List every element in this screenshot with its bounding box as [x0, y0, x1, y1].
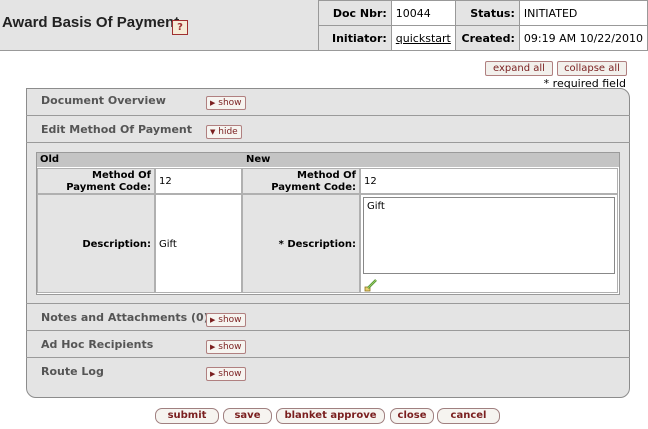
- pencil-icon[interactable]: [364, 278, 378, 292]
- initiator-label: Initiator:: [318, 25, 392, 51]
- tab-document-overview: Document Overview ▶ show: [26, 89, 276, 114]
- label-line: Payment Code:: [66, 182, 151, 193]
- divider: [26, 357, 630, 358]
- tab-label-edit-method: Edit Method Of Payment: [41, 123, 193, 136]
- button-label: hide: [218, 127, 238, 137]
- tab-label-route-log: Route Log: [41, 365, 104, 378]
- tab-edit-method-of-payment: Edit Method Of Payment ▼ hide: [26, 118, 276, 143]
- description-textarea[interactable]: Gift: [363, 197, 615, 274]
- button-label: show: [218, 98, 242, 108]
- old-code-value: 12: [155, 168, 242, 194]
- divider: [26, 330, 630, 331]
- show-route-log-button[interactable]: ▶ show: [206, 367, 246, 381]
- header-title-area: Award Basis Of Payment ?: [0, 0, 319, 51]
- divider: [26, 115, 630, 116]
- triangle-right-icon: ▶: [210, 316, 216, 324]
- hide-edit-method-button[interactable]: ▼ hide: [206, 125, 242, 139]
- submit-button[interactable]: submit: [155, 408, 219, 424]
- triangle-right-icon: ▶: [210, 370, 216, 378]
- show-adhoc-button[interactable]: ▶ show: [206, 340, 246, 354]
- tab-label-notes: Notes and Attachments (0): [41, 311, 209, 324]
- help-icon[interactable]: ?: [172, 20, 188, 35]
- cancel-button[interactable]: cancel: [437, 408, 500, 424]
- divider: [26, 142, 630, 143]
- collapse-all-button[interactable]: collapse all: [557, 61, 627, 76]
- save-button[interactable]: save: [223, 408, 272, 424]
- initiator-cell: quickstart: [390, 25, 456, 51]
- label-line: Method Of: [297, 170, 356, 181]
- tab-label-document-overview: Document Overview: [41, 94, 166, 107]
- triangle-right-icon: ▶: [210, 99, 216, 107]
- page-title: Award Basis Of Payment: [2, 14, 180, 31]
- new-description-label: * Description:: [242, 194, 360, 293]
- status-label: Status:: [454, 0, 520, 26]
- old-description-value: Gift: [155, 194, 242, 293]
- created-label: Created:: [454, 25, 520, 51]
- new-code-label: Method Of Payment Code:: [242, 168, 360, 194]
- doc-nbr-label: Doc Nbr:: [318, 0, 392, 26]
- old-header: Old: [37, 153, 243, 167]
- triangle-right-icon: ▶: [210, 343, 216, 351]
- new-header: New: [243, 153, 619, 167]
- tab-route-log: Route Log ▶ show: [26, 360, 276, 385]
- show-document-overview-button[interactable]: ▶ show: [206, 96, 246, 110]
- old-code-label: Method Of Payment Code:: [37, 168, 155, 194]
- button-label: show: [218, 342, 242, 352]
- label-line: Method Of: [92, 170, 151, 181]
- tab-notes-and-attachments: Notes and Attachments (0) ▶ show: [26, 306, 286, 331]
- triangle-down-icon: ▼: [210, 128, 216, 136]
- status-value: INITIATED: [518, 0, 648, 26]
- label-line: Payment Code:: [271, 182, 356, 193]
- created-value: 09:19 AM 10/22/2010: [518, 25, 648, 51]
- button-label: show: [218, 315, 242, 325]
- tab-label-adhoc: Ad Hoc Recipients: [41, 338, 154, 351]
- tab-ad-hoc-recipients: Ad Hoc Recipients ▶ show: [26, 333, 276, 358]
- old-description-label: Description:: [37, 194, 155, 293]
- show-notes-button[interactable]: ▶ show: [206, 313, 246, 327]
- doc-nbr-value: 10044: [390, 0, 456, 26]
- divider: [26, 303, 630, 304]
- new-code-value: 12: [360, 168, 618, 194]
- button-label: show: [218, 369, 242, 379]
- document-info-table: Doc Nbr: 10044 Status: INITIATED Initiat…: [318, 0, 648, 51]
- expand-all-button[interactable]: expand all: [485, 61, 553, 76]
- initiator-link[interactable]: quickstart: [396, 32, 451, 45]
- blanket-approve-button[interactable]: blanket approve: [276, 408, 385, 424]
- close-button[interactable]: close: [390, 408, 434, 424]
